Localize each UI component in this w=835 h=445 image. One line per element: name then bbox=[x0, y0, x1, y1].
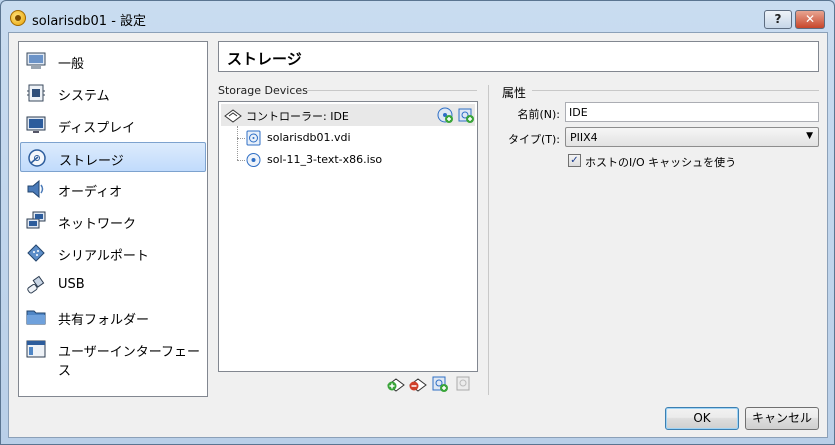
sidebar-item-label: ユーザーインターフェース bbox=[58, 345, 200, 379]
dialog-body: 一般 システム ディスプレイ ストレージ オーディオ ネットワーク シリアルポー… bbox=[8, 32, 828, 438]
controller-label: コントローラー: IDE bbox=[246, 110, 349, 123]
title-bar[interactable]: solarisdb01 - 設定 ? ✕ bbox=[1, 1, 834, 35]
attachment-label: solarisdb01.vdi bbox=[267, 131, 351, 144]
sidebar-item-general[interactable]: 一般 bbox=[20, 46, 206, 76]
help-button[interactable]: ? bbox=[764, 10, 792, 29]
storage-tree[interactable]: コントローラー: IDE solarisdb01.vdi sol-11_3-te… bbox=[218, 101, 478, 372]
attachment-row[interactable]: solarisdb01.vdi bbox=[221, 127, 475, 149]
sidebar-item-label: ディスプレイ bbox=[58, 121, 136, 136]
attachment-label: sol-11_3-text-x86.iso bbox=[267, 153, 383, 166]
general-icon bbox=[26, 52, 46, 69]
close-button[interactable]: ✕ bbox=[795, 10, 825, 29]
system-icon bbox=[27, 84, 45, 102]
remove-controller-icon[interactable] bbox=[409, 376, 427, 392]
usb-icon bbox=[27, 275, 45, 294]
display-icon bbox=[26, 116, 46, 133]
serial-port-icon bbox=[27, 244, 45, 262]
shared-folder-icon bbox=[26, 310, 46, 325]
sidebar-item-display[interactable]: ディスプレイ bbox=[20, 110, 206, 140]
chevron-down-icon: ▼ bbox=[806, 131, 813, 141]
sidebar-item-label: ストレージ bbox=[59, 154, 124, 169]
storage-icon bbox=[28, 149, 46, 167]
optical-disc-icon bbox=[246, 153, 261, 167]
name-field[interactable] bbox=[565, 102, 819, 122]
settings-category-list[interactable]: 一般 システム ディスプレイ ストレージ オーディオ ネットワーク シリアルポー… bbox=[18, 41, 208, 397]
add-controller-icon[interactable] bbox=[387, 376, 405, 392]
virtualbox-app-icon bbox=[10, 10, 26, 26]
type-select[interactable]: PIIX4 ▼ bbox=[565, 127, 819, 147]
sidebar-item-label: 一般 bbox=[58, 57, 85, 72]
ide-controller-icon bbox=[224, 109, 242, 123]
settings-window: solarisdb01 - 設定 ? ✕ 一般 システム ディスプレイ ストレー… bbox=[0, 0, 835, 445]
page-title: ストレージ bbox=[227, 50, 302, 68]
type-select-value: PIIX4 bbox=[570, 131, 598, 144]
sidebar-item-label: オーディオ bbox=[58, 185, 123, 200]
hard-disk-icon bbox=[246, 130, 261, 146]
network-icon bbox=[26, 211, 46, 229]
sidebar-item-label: システム bbox=[58, 89, 110, 104]
name-label: 名前(N): bbox=[517, 108, 560, 121]
storage-devices-label: Storage Devices bbox=[218, 84, 308, 97]
host-io-cache-checkbox[interactable]: ✓ bbox=[568, 154, 581, 167]
sidebar-item-system[interactable]: システム bbox=[20, 78, 206, 108]
cancel-button[interactable]: キャンセル bbox=[745, 407, 819, 430]
sidebar-item-label: 共有フォルダー bbox=[58, 313, 150, 328]
sidebar-item-serial-port[interactable]: シリアルポート bbox=[20, 238, 206, 268]
sidebar-item-audio[interactable]: オーディオ bbox=[20, 174, 206, 204]
type-label: タイプ(T): bbox=[507, 133, 560, 146]
sidebar-item-label: シリアルポート bbox=[58, 249, 149, 264]
controller-row[interactable]: コントローラー: IDE bbox=[221, 104, 475, 126]
host-io-cache-label[interactable]: ホストのI/O キャッシュを使う bbox=[585, 154, 736, 170]
sidebar-item-user-interface[interactable]: ユーザーインターフェース bbox=[20, 334, 206, 379]
add-optical-drive-icon[interactable] bbox=[437, 107, 453, 123]
add-attachment-icon[interactable] bbox=[431, 376, 449, 392]
ok-button[interactable]: OK bbox=[665, 407, 739, 430]
sidebar-item-storage[interactable]: ストレージ bbox=[20, 142, 206, 172]
user-interface-icon bbox=[26, 340, 46, 358]
sidebar-item-label: ネットワーク bbox=[58, 217, 137, 232]
attachment-row[interactable]: sol-11_3-text-x86.iso bbox=[221, 149, 475, 171]
sidebar-item-network[interactable]: ネットワーク bbox=[20, 206, 206, 236]
audio-icon bbox=[27, 179, 44, 199]
remove-attachment-icon[interactable] bbox=[455, 376, 473, 392]
section-divider bbox=[307, 90, 477, 91]
panel-divider bbox=[488, 85, 489, 395]
add-hard-disk-icon[interactable] bbox=[458, 107, 474, 123]
sidebar-item-usb[interactable]: USB bbox=[20, 270, 206, 300]
page-header: ストレージ bbox=[218, 41, 819, 72]
attributes-label: 属性 bbox=[502, 86, 527, 100]
sidebar-item-shared-folders[interactable]: 共有フォルダー bbox=[20, 302, 206, 332]
sidebar-item-label: USB bbox=[58, 277, 85, 292]
section-divider bbox=[532, 90, 819, 91]
window-title: solarisdb01 - 設定 bbox=[32, 14, 147, 29]
